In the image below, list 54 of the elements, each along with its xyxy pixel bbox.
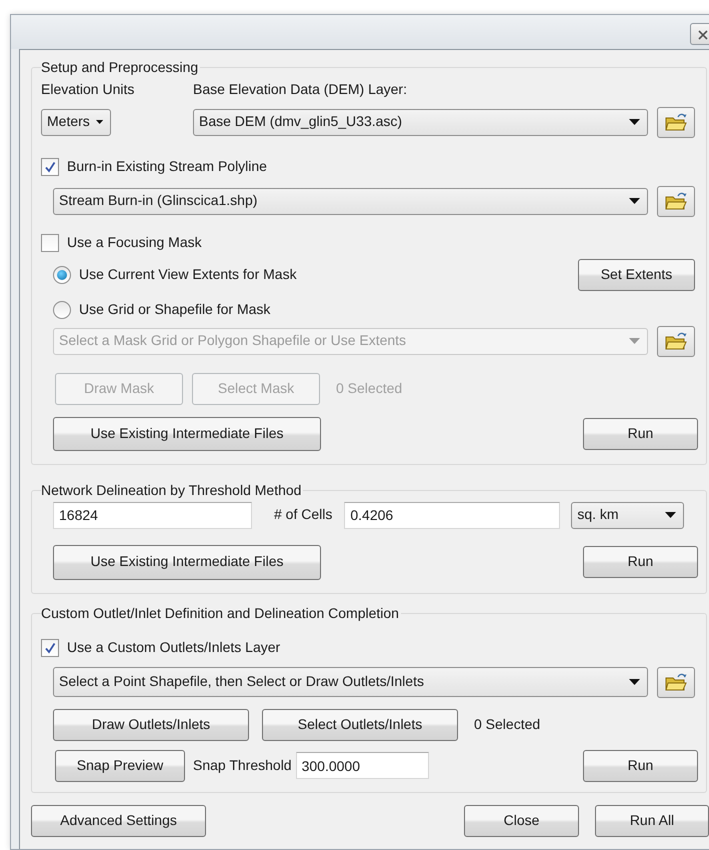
browse-button[interactable] [657,106,695,138]
text-field[interactable]: 0.4206 [344,502,560,528]
field-label: Elevation Units [41,81,136,98]
button[interactable]: Use Existing Intermediate Files [53,544,321,580]
close-button[interactable] [690,23,709,45]
caret-icon [629,198,640,204]
checkbox[interactable] [41,234,59,252]
run-button[interactable]: Run [583,750,698,782]
radio-button[interactable] [53,300,71,318]
run-button[interactable]: Run [583,418,698,450]
dropdown[interactable]: Meters [41,108,111,136]
dropdown[interactable]: sq. km [571,502,684,528]
checkbox[interactable] [41,158,59,176]
caret-icon [96,119,103,125]
text-field[interactable]: 300.0000 [296,752,429,779]
button[interactable]: Use Existing Intermediate Files [53,416,321,450]
caret-icon [629,679,640,685]
button[interactable]: Select Outlets/Inlets [262,708,458,740]
folder-icon [665,672,688,692]
folder-icon [665,331,688,351]
caret-icon [629,119,640,125]
close-button[interactable]: Close [464,804,579,836]
selection-count: 0 Selected [336,380,402,398]
caret-icon [629,338,640,344]
dropdown[interactable]: Select a Point Shapefile, then Select or Draw Outlets/Inlets [53,667,648,697]
browse-button[interactable] [657,186,695,216]
selection-count: 0 Selected [474,716,540,734]
close-icon [697,28,709,41]
run-button[interactable]: Run [583,546,698,578]
text-field[interactable]: 16824 [53,502,252,528]
checkbox-label: Use a Focusing Mask [67,234,202,252]
browse-button[interactable] [657,326,695,356]
radio-label: Use Grid or Shapefile for Mask [79,300,270,318]
radio-label: Use Current View Extents for Mask [79,266,297,284]
browse-button[interactable] [657,666,695,698]
checkbox-label: Use a Custom Outlets/Inlets Layer [67,638,280,656]
folder-icon [665,191,688,211]
checkbox-label: Burn-in Existing Stream Polyline [67,158,267,176]
folder-icon [665,112,688,132]
button[interactable]: Advanced Settings [31,804,206,836]
button[interactable]: Run All [595,804,709,836]
check-icon [44,642,56,654]
check-icon [44,160,56,172]
field-label: # of Cells [274,506,332,524]
field-label: Snap Threshold [193,756,292,774]
button[interactable]: Snap Preview [55,750,185,782]
radio-button[interactable] [53,266,71,284]
caret-icon [665,512,676,518]
button[interactable]: Draw Outlets/Inlets [53,708,249,740]
field-label: Base Elevation Data (DEM) Layer: [193,81,407,98]
set-extents-button[interactable]: Set Extents [578,259,695,291]
checkbox[interactable] [41,638,59,656]
dropdown[interactable]: Stream Burn-in (Glinscica1.shp) [53,188,648,214]
dropdown[interactable]: Base DEM (dmv_glin5_U33.asc) [193,108,648,136]
